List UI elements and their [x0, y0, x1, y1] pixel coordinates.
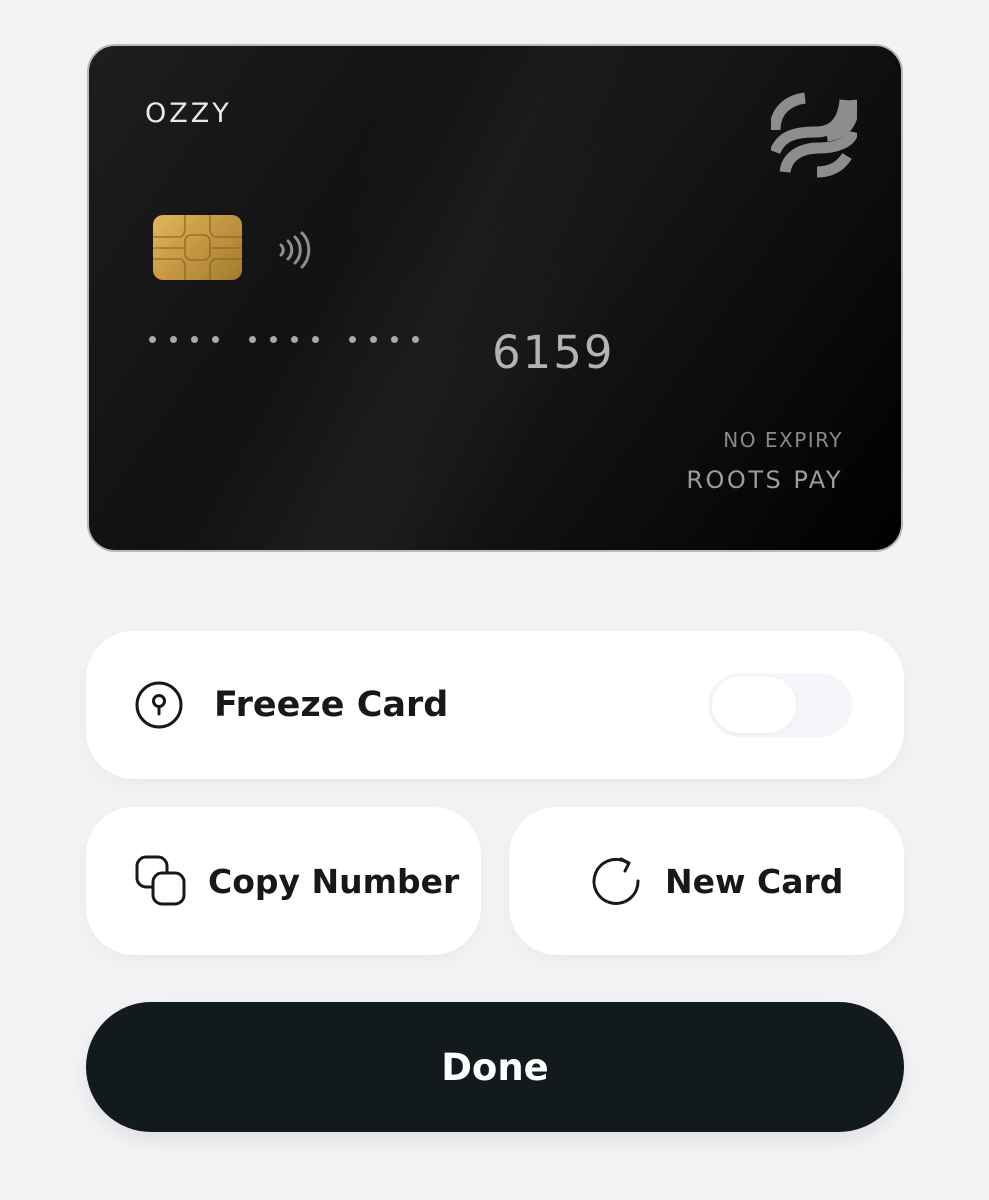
copy-icon: [134, 854, 188, 908]
new-card-label: New Card: [665, 861, 844, 901]
copy-number-button[interactable]: Copy Number: [86, 807, 481, 955]
copy-number-label: Copy Number: [208, 861, 460, 901]
masked-digit-group: [149, 336, 219, 343]
payment-card: OZZY 6159 NO EXPIRY ROOTS PAY: [87, 44, 903, 552]
masked-digit-group: [349, 336, 419, 343]
lock-icon: [134, 680, 184, 730]
new-card-button[interactable]: New Card: [509, 807, 904, 955]
emv-chip-icon: [153, 215, 242, 280]
freeze-card-toggle[interactable]: [708, 673, 852, 737]
card-holder-name: OZZY: [145, 98, 232, 129]
masked-digit-group: [249, 336, 319, 343]
done-button[interactable]: Done: [86, 1002, 904, 1132]
refresh-icon: [591, 855, 643, 907]
freeze-card-row[interactable]: Freeze Card: [86, 631, 904, 779]
freeze-card-label: Freeze Card: [214, 685, 449, 725]
card-expiry: NO EXPIRY: [723, 428, 843, 452]
roots-pay-logo-icon: [769, 92, 859, 178]
contactless-icon: [275, 230, 315, 270]
card-last-four-digits: 6159: [492, 326, 615, 379]
masked-card-number: [149, 336, 419, 343]
card-brand: ROOTS PAY: [686, 466, 843, 494]
toggle-knob: [712, 677, 796, 733]
